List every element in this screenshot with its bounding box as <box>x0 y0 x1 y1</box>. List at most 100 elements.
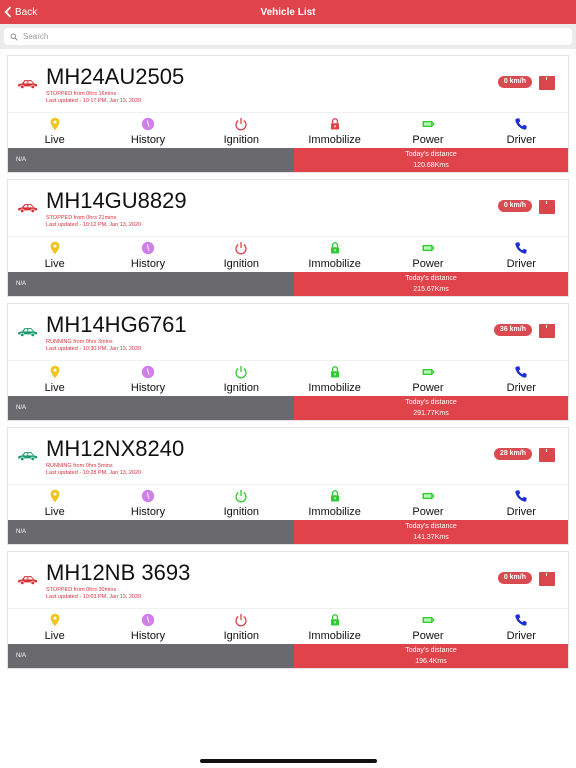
power-icon <box>235 118 247 131</box>
driver-button[interactable]: Driver <box>475 113 568 148</box>
ignition-button[interactable]: Ignition <box>195 113 288 148</box>
ignition-button[interactable]: Ignition <box>195 237 288 272</box>
phone-icon <box>515 366 527 378</box>
car-icon <box>17 80 38 89</box>
driver-button[interactable]: Driver <box>475 485 568 520</box>
driver-label: Driver <box>506 258 536 270</box>
vehicle-plate: MH14GU8829 <box>46 188 187 213</box>
card-menu-button[interactable] <box>539 200 555 214</box>
live-button[interactable]: Live <box>8 609 101 644</box>
card-footer: N/A Today's distance 120.68Kms <box>8 148 568 172</box>
history-button[interactable]: History <box>101 609 194 644</box>
live-label: Live <box>44 382 65 394</box>
power-label: Power <box>412 630 444 642</box>
location-pin-icon <box>50 613 60 627</box>
ignition-label: Ignition <box>223 258 260 270</box>
phone-icon <box>515 490 527 502</box>
vehicle-header: MH12NB 3693 STOPPED from 0hrs 30mins Las… <box>8 552 568 608</box>
history-button[interactable]: History <box>101 361 194 396</box>
card-menu-button[interactable] <box>539 76 555 90</box>
power-label: Power <box>412 258 444 270</box>
phone-icon <box>515 118 527 130</box>
immobilize-button[interactable]: Immobilize <box>288 361 381 396</box>
vehicle-header: MH14HG6761 RUNNING from 0hrs 3mins Last … <box>8 304 568 360</box>
power-button[interactable]: Power <box>381 609 474 644</box>
action-bar: Live History Ignition Immobilize Power D… <box>8 484 568 520</box>
vehicle-card[interactable]: MH14HG6761 RUNNING from 0hrs 3mins Last … <box>7 303 569 421</box>
driver-button[interactable]: Driver <box>475 609 568 644</box>
history-button[interactable]: History <box>101 485 194 520</box>
speed-badge: 28 km/h <box>493 448 532 460</box>
speed-badge: 0 km/h <box>497 200 532 212</box>
immobilize-button[interactable]: Immobilize <box>288 609 381 644</box>
driver-button[interactable]: Driver <box>475 237 568 272</box>
lock-icon <box>330 366 339 378</box>
distance-value: 291.77Kms <box>413 410 449 417</box>
history-button[interactable]: History <box>101 237 194 272</box>
last-updated: Last updated - 10:03 PM, Jan 13, 2020 <box>46 594 142 600</box>
ignition-label: Ignition <box>223 382 260 394</box>
distance-value: 141.37Kms <box>413 534 449 541</box>
nav-bar: Back Vehicle List <box>0 0 576 24</box>
distance-panel: Today's distance 141.37Kms <box>294 520 568 544</box>
live-label: Live <box>44 258 65 270</box>
power-button[interactable]: Power <box>381 113 474 148</box>
immobilize-label: Immobilize <box>308 630 361 642</box>
phone-icon <box>515 614 527 626</box>
car-icon <box>17 328 38 337</box>
power-button[interactable]: Power <box>381 485 474 520</box>
live-button[interactable]: Live <box>8 113 101 148</box>
car-icon <box>17 576 38 585</box>
immobilize-button[interactable]: Immobilize <box>288 485 381 520</box>
immobilize-label: Immobilize <box>308 134 361 146</box>
live-button[interactable]: Live <box>8 361 101 396</box>
battery-icon <box>422 121 435 127</box>
last-updated: Last updated - 10:28 PM, Jan 13, 2020 <box>46 470 142 476</box>
distance-label: Today's distance <box>405 275 457 282</box>
ignition-button[interactable]: Ignition <box>195 609 288 644</box>
card-menu-button[interactable] <box>539 324 555 338</box>
power-icon <box>235 242 247 255</box>
speed-badge: 0 km/h <box>497 76 532 88</box>
page-title: Vehicle List <box>260 6 316 18</box>
history-button[interactable]: History <box>101 113 194 148</box>
location-pin-icon <box>50 241 60 255</box>
immobilize-button[interactable]: Immobilize <box>288 113 381 148</box>
vehicle-card[interactable]: MH14GU8829 STOPPED from 0hrs 21mins Last… <box>7 179 569 297</box>
vehicle-list: MH24AU2505 STOPPED from 0hrs 16mins Last… <box>0 49 576 669</box>
vehicle-header: MH12NX8240 RUNNING from 0hrs 5mins Last … <box>8 428 568 484</box>
driver-button[interactable]: Driver <box>475 361 568 396</box>
vehicle-card[interactable]: MH12NB 3693 STOPPED from 0hrs 30mins Las… <box>7 551 569 669</box>
search-box[interactable] <box>4 28 572 45</box>
speed-badge: 36 km/h <box>493 324 532 336</box>
immobilize-label: Immobilize <box>308 382 361 394</box>
vehicle-status: STOPPED from 0hrs 21mins <box>46 215 117 221</box>
card-footer: N/A Today's distance 215.67Kms <box>8 272 568 296</box>
distance-panel: Today's distance 120.68Kms <box>294 148 568 172</box>
lock-icon <box>330 118 339 130</box>
power-button[interactable]: Power <box>381 361 474 396</box>
power-label: Power <box>412 134 444 146</box>
battery-icon <box>422 369 435 375</box>
ignition-button[interactable]: Ignition <box>195 361 288 396</box>
ignition-label: Ignition <box>223 630 260 642</box>
search-input[interactable] <box>23 32 523 41</box>
back-button[interactable]: Back <box>4 0 37 24</box>
history-label: History <box>130 382 166 394</box>
search-icon <box>10 33 18 41</box>
immobilize-button[interactable]: Immobilize <box>288 237 381 272</box>
vehicle-card[interactable]: MH24AU2505 STOPPED from 0hrs 16mins Last… <box>7 55 569 173</box>
card-menu-button[interactable] <box>539 572 555 586</box>
vehicle-header: MH24AU2505 STOPPED from 0hrs 16mins Last… <box>8 56 568 112</box>
history-label: History <box>130 630 166 642</box>
live-button[interactable]: Live <box>8 237 101 272</box>
last-updated: Last updated - 10:17 PM, Jan 13, 2020 <box>46 98 142 104</box>
distance-label: Today's distance <box>405 647 457 654</box>
vehicle-card[interactable]: MH12NX8240 RUNNING from 0hrs 5mins Last … <box>7 427 569 545</box>
live-label: Live <box>44 506 65 518</box>
power-button[interactable]: Power <box>381 237 474 272</box>
card-menu-button[interactable] <box>539 448 555 462</box>
live-button[interactable]: Live <box>8 485 101 520</box>
ignition-button[interactable]: Ignition <box>195 485 288 520</box>
battery-icon <box>422 245 435 251</box>
